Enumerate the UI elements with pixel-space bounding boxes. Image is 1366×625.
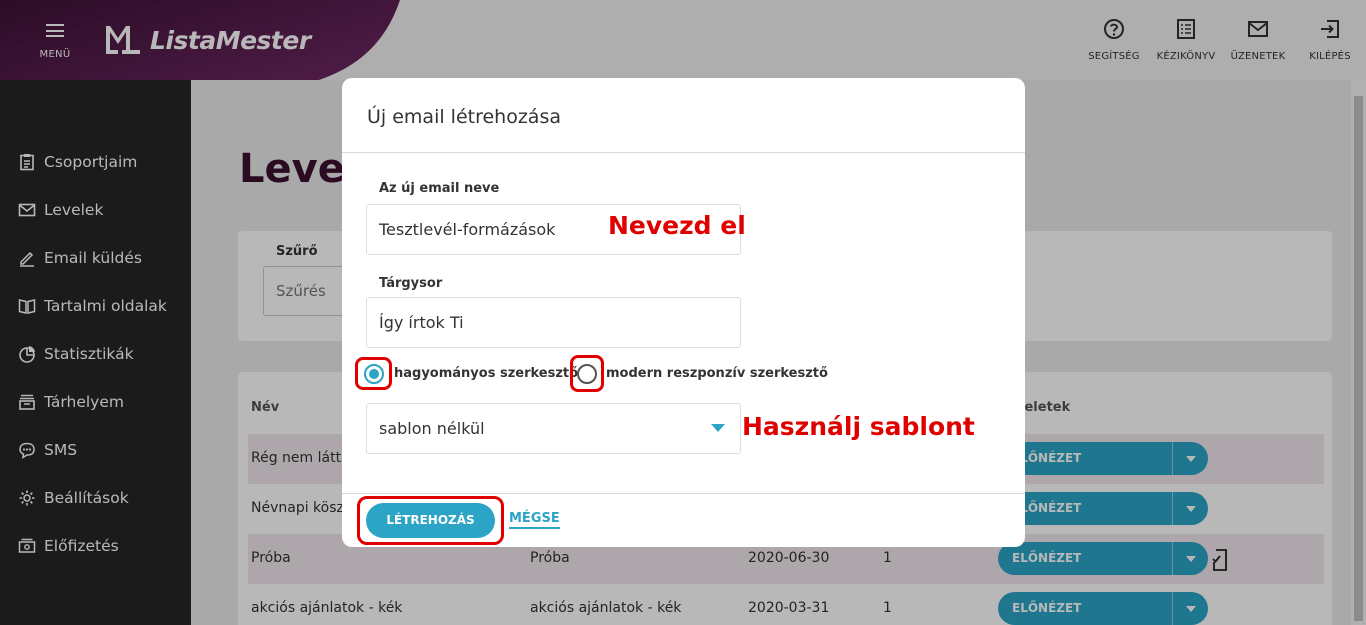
dialog-header-divider — [342, 152, 1025, 153]
subject-input[interactable]: Így írtok Ti — [366, 297, 741, 348]
caret-down-icon[interactable] — [711, 424, 725, 432]
new-email-dialog: Új email létrehozása Az új email neve Te… — [342, 78, 1025, 547]
create-button[interactable]: LÉTREHOZÁS — [366, 503, 495, 538]
email-name-label: Az új email neve — [379, 181, 500, 196]
radio-modern-editor-label[interactable]: modern reszponzív szerkesztő — [606, 366, 828, 381]
subject-label: Tárgysor — [379, 276, 443, 291]
radio-modern-editor[interactable] — [577, 364, 597, 384]
dialog-footer-divider — [342, 493, 1025, 494]
annotation-name-hint: Nevezd el — [608, 211, 746, 240]
dialog-title: Új email létrehozása — [367, 106, 561, 128]
annotation-template-hint: Használj sablont — [742, 412, 975, 441]
cancel-button[interactable]: MÉGSE — [509, 511, 560, 529]
radio-classic-editor[interactable] — [364, 364, 384, 384]
template-select[interactable]: sablon nélkül — [366, 403, 741, 454]
radio-classic-editor-label[interactable]: hagyományos szerkesztő — [394, 366, 578, 381]
